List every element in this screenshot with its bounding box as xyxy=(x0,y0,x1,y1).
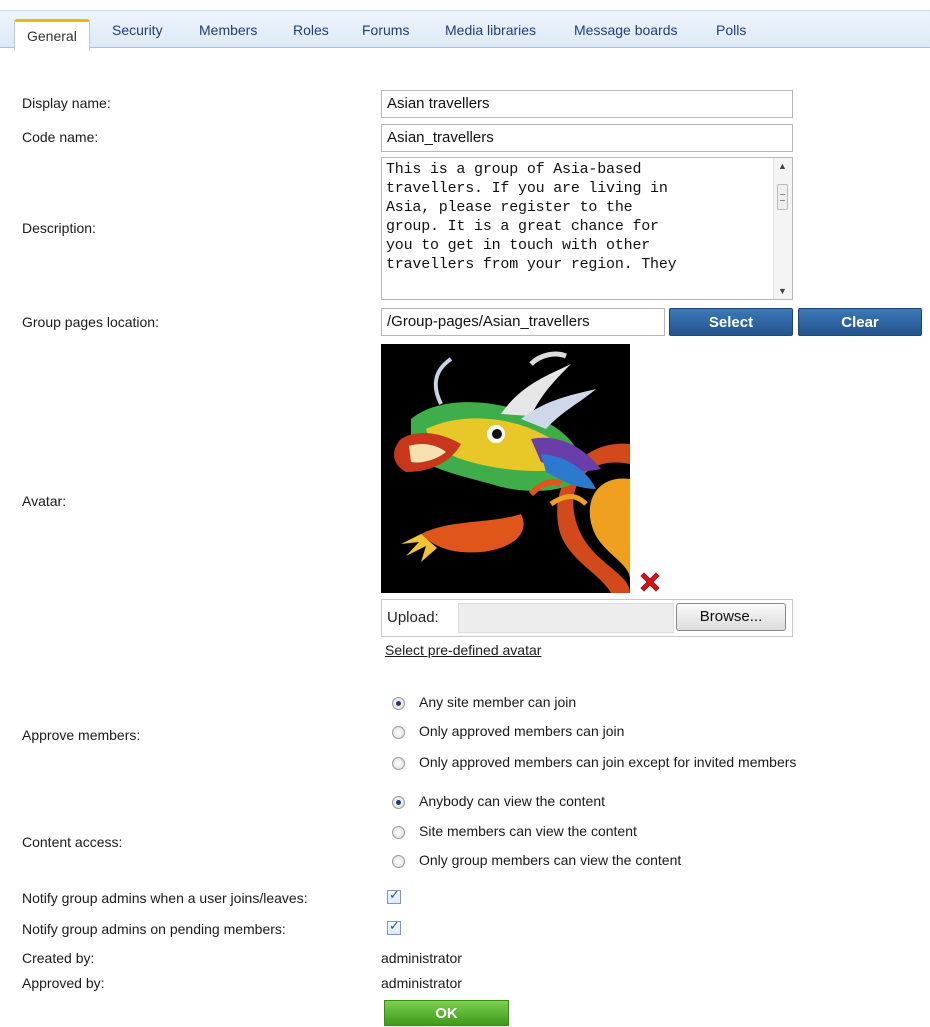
upload-file-field[interactable] xyxy=(458,603,674,633)
tab-media-libraries[interactable]: Media libraries xyxy=(445,11,536,49)
radio-button[interactable] xyxy=(392,826,405,839)
description-text: This is a group of Asia-based travellers… xyxy=(386,161,677,273)
tab-general[interactable]: General xyxy=(14,19,90,51)
description-scrollbar[interactable]: ▲ ▼ xyxy=(773,158,792,299)
display-name-label: Display name: xyxy=(22,95,111,111)
tab-forums[interactable]: Forums xyxy=(362,11,409,49)
delete-avatar-icon[interactable] xyxy=(638,570,662,594)
select-button[interactable]: Select xyxy=(669,308,793,336)
radio-button[interactable] xyxy=(392,697,405,710)
radio-button[interactable] xyxy=(392,757,405,770)
approve-members-label: Approve members: xyxy=(22,727,141,743)
avatar-label: Avatar: xyxy=(22,493,67,509)
radio-label: Any site member can join xyxy=(419,694,577,710)
clear-button[interactable]: Clear xyxy=(798,308,922,336)
radio-label: Only approved members can join except fo… xyxy=(419,754,797,770)
tab-members[interactable]: Members xyxy=(199,11,257,49)
notify-joins-label: Notify group admins when a user joins/le… xyxy=(22,890,308,906)
description-textarea[interactable]: This is a group of Asia-based travellers… xyxy=(381,157,793,300)
display-name-input[interactable]: Asian travellers xyxy=(381,90,793,118)
scroll-up-icon[interactable]: ▲ xyxy=(778,161,787,171)
select-predefined-avatar-link[interactable]: Select pre-defined avatar xyxy=(385,642,541,658)
tab-message-boards[interactable]: Message boards xyxy=(574,11,678,49)
group-pages-location-label: Group pages location: xyxy=(22,314,159,330)
radio-button[interactable] xyxy=(392,726,405,739)
tab-security[interactable]: Security xyxy=(112,11,163,49)
created-by-value: administrator xyxy=(381,950,462,966)
notify-pending-checkbox[interactable] xyxy=(387,918,401,935)
scroll-down-icon[interactable]: ▼ xyxy=(778,286,787,296)
approved-by-value: administrator xyxy=(381,975,462,991)
browse-button[interactable]: Browse... xyxy=(676,603,786,631)
created-by-label: Created by: xyxy=(22,950,95,966)
dragon-avatar-image xyxy=(381,344,630,593)
content-access-label: Content access: xyxy=(22,834,123,850)
tab-bar: General Security Members Roles Forums Me… xyxy=(0,10,930,51)
radio-button[interactable] xyxy=(392,796,405,809)
radio-button[interactable] xyxy=(392,855,405,868)
radio-label: Anybody can view the content xyxy=(419,793,606,809)
code-name-label: Code name: xyxy=(22,129,99,145)
group-pages-location-input[interactable]: /Group-pages/Asian_travellers xyxy=(381,308,665,336)
upload-label: Upload: xyxy=(387,609,439,626)
ok-button[interactable]: OK xyxy=(384,1000,509,1026)
scroll-thumb[interactable] xyxy=(777,184,788,210)
description-label: Description: xyxy=(22,220,96,236)
code-name-input[interactable]: Asian_travellers xyxy=(381,124,793,152)
tab-polls[interactable]: Polls xyxy=(716,11,746,49)
radio-label: Only approved members can join xyxy=(419,723,625,739)
radio-label: Site members can view the content xyxy=(419,823,637,839)
radio-label: Only group members can view the content xyxy=(419,852,682,868)
tab-roles[interactable]: Roles xyxy=(293,11,329,49)
approved-by-label: Approved by: xyxy=(22,975,105,991)
upload-box: Upload: Browse... xyxy=(381,599,793,637)
notify-joins-checkbox[interactable] xyxy=(387,887,401,904)
avatar-image xyxy=(381,344,630,593)
notify-pending-label: Notify group admins on pending members: xyxy=(22,921,286,937)
